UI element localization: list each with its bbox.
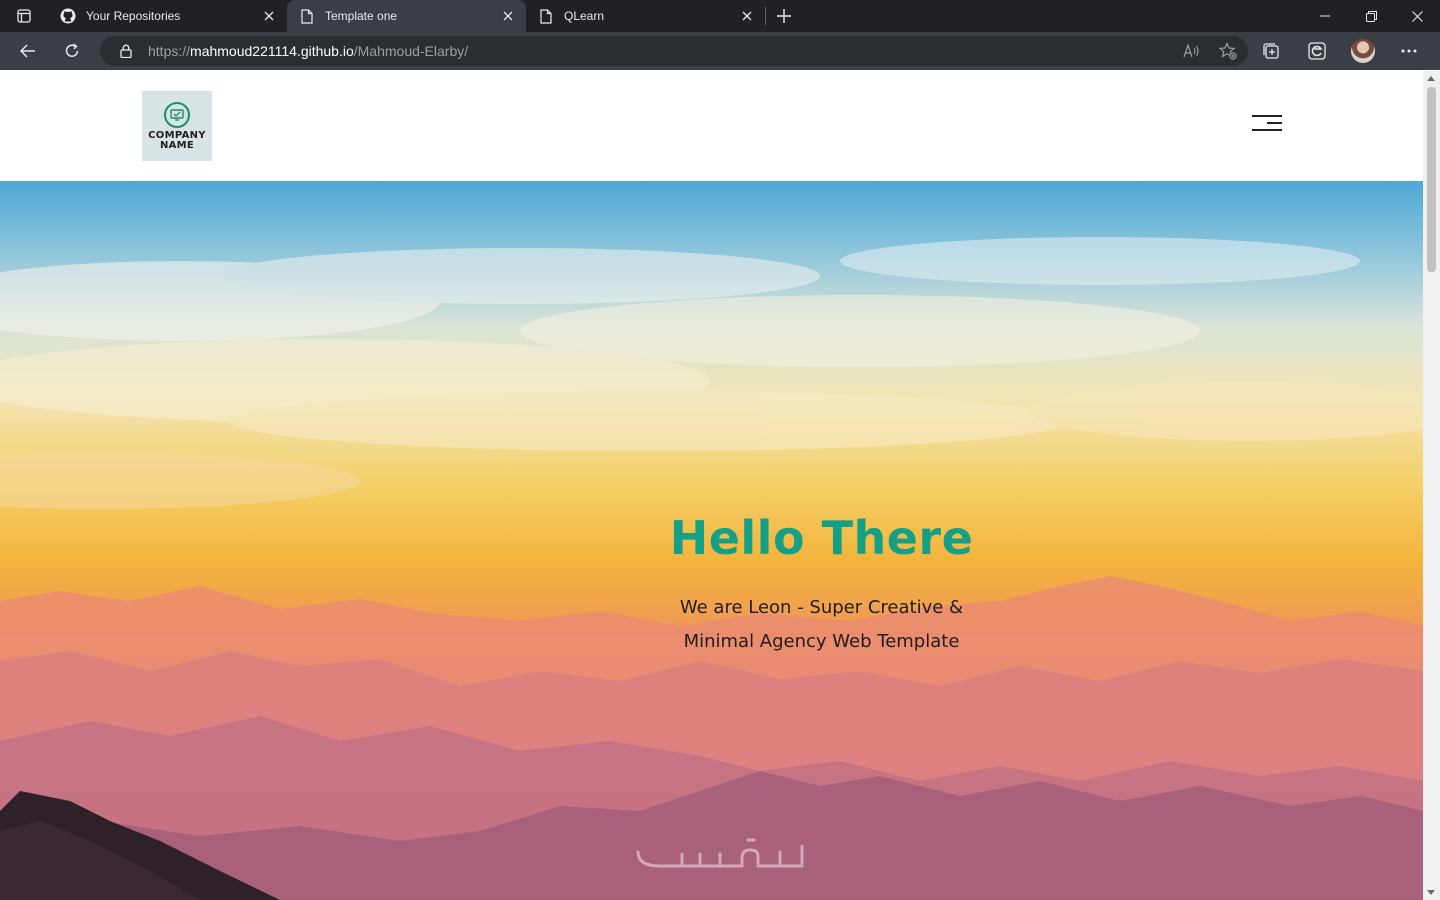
tab-actions-icon [17, 9, 31, 23]
arrow-left-icon [20, 44, 35, 58]
logo-text: COMPANY NAME [148, 129, 206, 151]
browser-toolbar: https://mahmoud221114.github.io/Mahmoud-… [0, 32, 1440, 70]
settings-more-button[interactable] [1386, 36, 1432, 66]
hamburger-menu-icon[interactable] [1252, 115, 1282, 131]
hero-section: Hello There We are Leon - Super Creative… [0, 181, 1423, 900]
read-aloud-button[interactable] [1182, 42, 1202, 60]
window-controls [1302, 0, 1440, 32]
hero-subtitle-line: We are Leon - Super Creative & [679, 597, 964, 618]
back-button[interactable] [10, 36, 46, 66]
minimize-button[interactable] [1302, 0, 1348, 32]
close-icon[interactable] [500, 8, 516, 24]
tab-your-repositories[interactable]: Your Repositories [48, 0, 287, 32]
page-viewport: COMPANY NAME Hello There We are Leon - S… [0, 71, 1423, 900]
avatar [1351, 39, 1375, 63]
profile-button[interactable] [1340, 36, 1386, 66]
restore-icon [1365, 10, 1377, 22]
scrollbar-thumb[interactable] [1427, 87, 1436, 272]
edge-extension-button[interactable] [1294, 36, 1340, 66]
address-url: https://mahmoud221114.github.io/Mahmoud-… [148, 43, 469, 59]
scroll-down-icon[interactable] [1427, 890, 1435, 895]
watermark-logo [636, 838, 804, 868]
more-icon [1401, 49, 1417, 53]
page-icon [299, 8, 315, 24]
address-bar[interactable]: https://mahmoud221114.github.io/Mahmoud-… [100, 36, 1248, 66]
tab-strip: Your Repositories Template one QLearn [0, 0, 1440, 32]
hero-subtitle: We are Leon - Super Creative & Minimal A… [0, 591, 1423, 659]
read-aloud-icon [1183, 43, 1199, 58]
monitor-icon [164, 101, 190, 128]
reload-icon [65, 43, 79, 57]
company-logo[interactable]: COMPANY NAME [142, 91, 212, 161]
page-scrollbar[interactable] [1423, 71, 1440, 900]
lock-icon[interactable] [118, 43, 134, 59]
minimize-icon [1320, 15, 1330, 17]
plus-icon [777, 9, 791, 23]
scroll-up-icon[interactable] [1427, 76, 1435, 81]
github-icon [60, 8, 76, 24]
tab-title: QLearn [564, 9, 605, 23]
favorite-button[interactable] [1218, 42, 1238, 60]
collections-button[interactable] [1248, 36, 1294, 66]
close-window-button[interactable] [1394, 0, 1440, 32]
reload-button[interactable] [54, 36, 90, 66]
restore-button[interactable] [1348, 0, 1394, 32]
toolbar-actions [1248, 36, 1432, 66]
edge-icon [1308, 42, 1326, 60]
close-icon[interactable] [261, 8, 277, 24]
new-tab-button[interactable] [766, 0, 802, 32]
close-icon [1411, 10, 1423, 22]
tab-title: Template one [325, 9, 398, 23]
hero-title: Hello There [669, 511, 974, 565]
star-add-icon [1219, 42, 1237, 60]
tab-qlearn[interactable]: QLearn [526, 0, 765, 32]
tab-actions-button[interactable] [0, 0, 48, 32]
collections-icon [1263, 43, 1279, 59]
site-header: COMPANY NAME [0, 71, 1423, 181]
tab-title: Your Repositories [86, 9, 181, 23]
hero-subtitle-line: Minimal Agency Web Template [683, 631, 960, 652]
tab-template-one[interactable]: Template one [287, 0, 526, 32]
page-icon [538, 8, 554, 24]
close-icon[interactable] [739, 8, 755, 24]
